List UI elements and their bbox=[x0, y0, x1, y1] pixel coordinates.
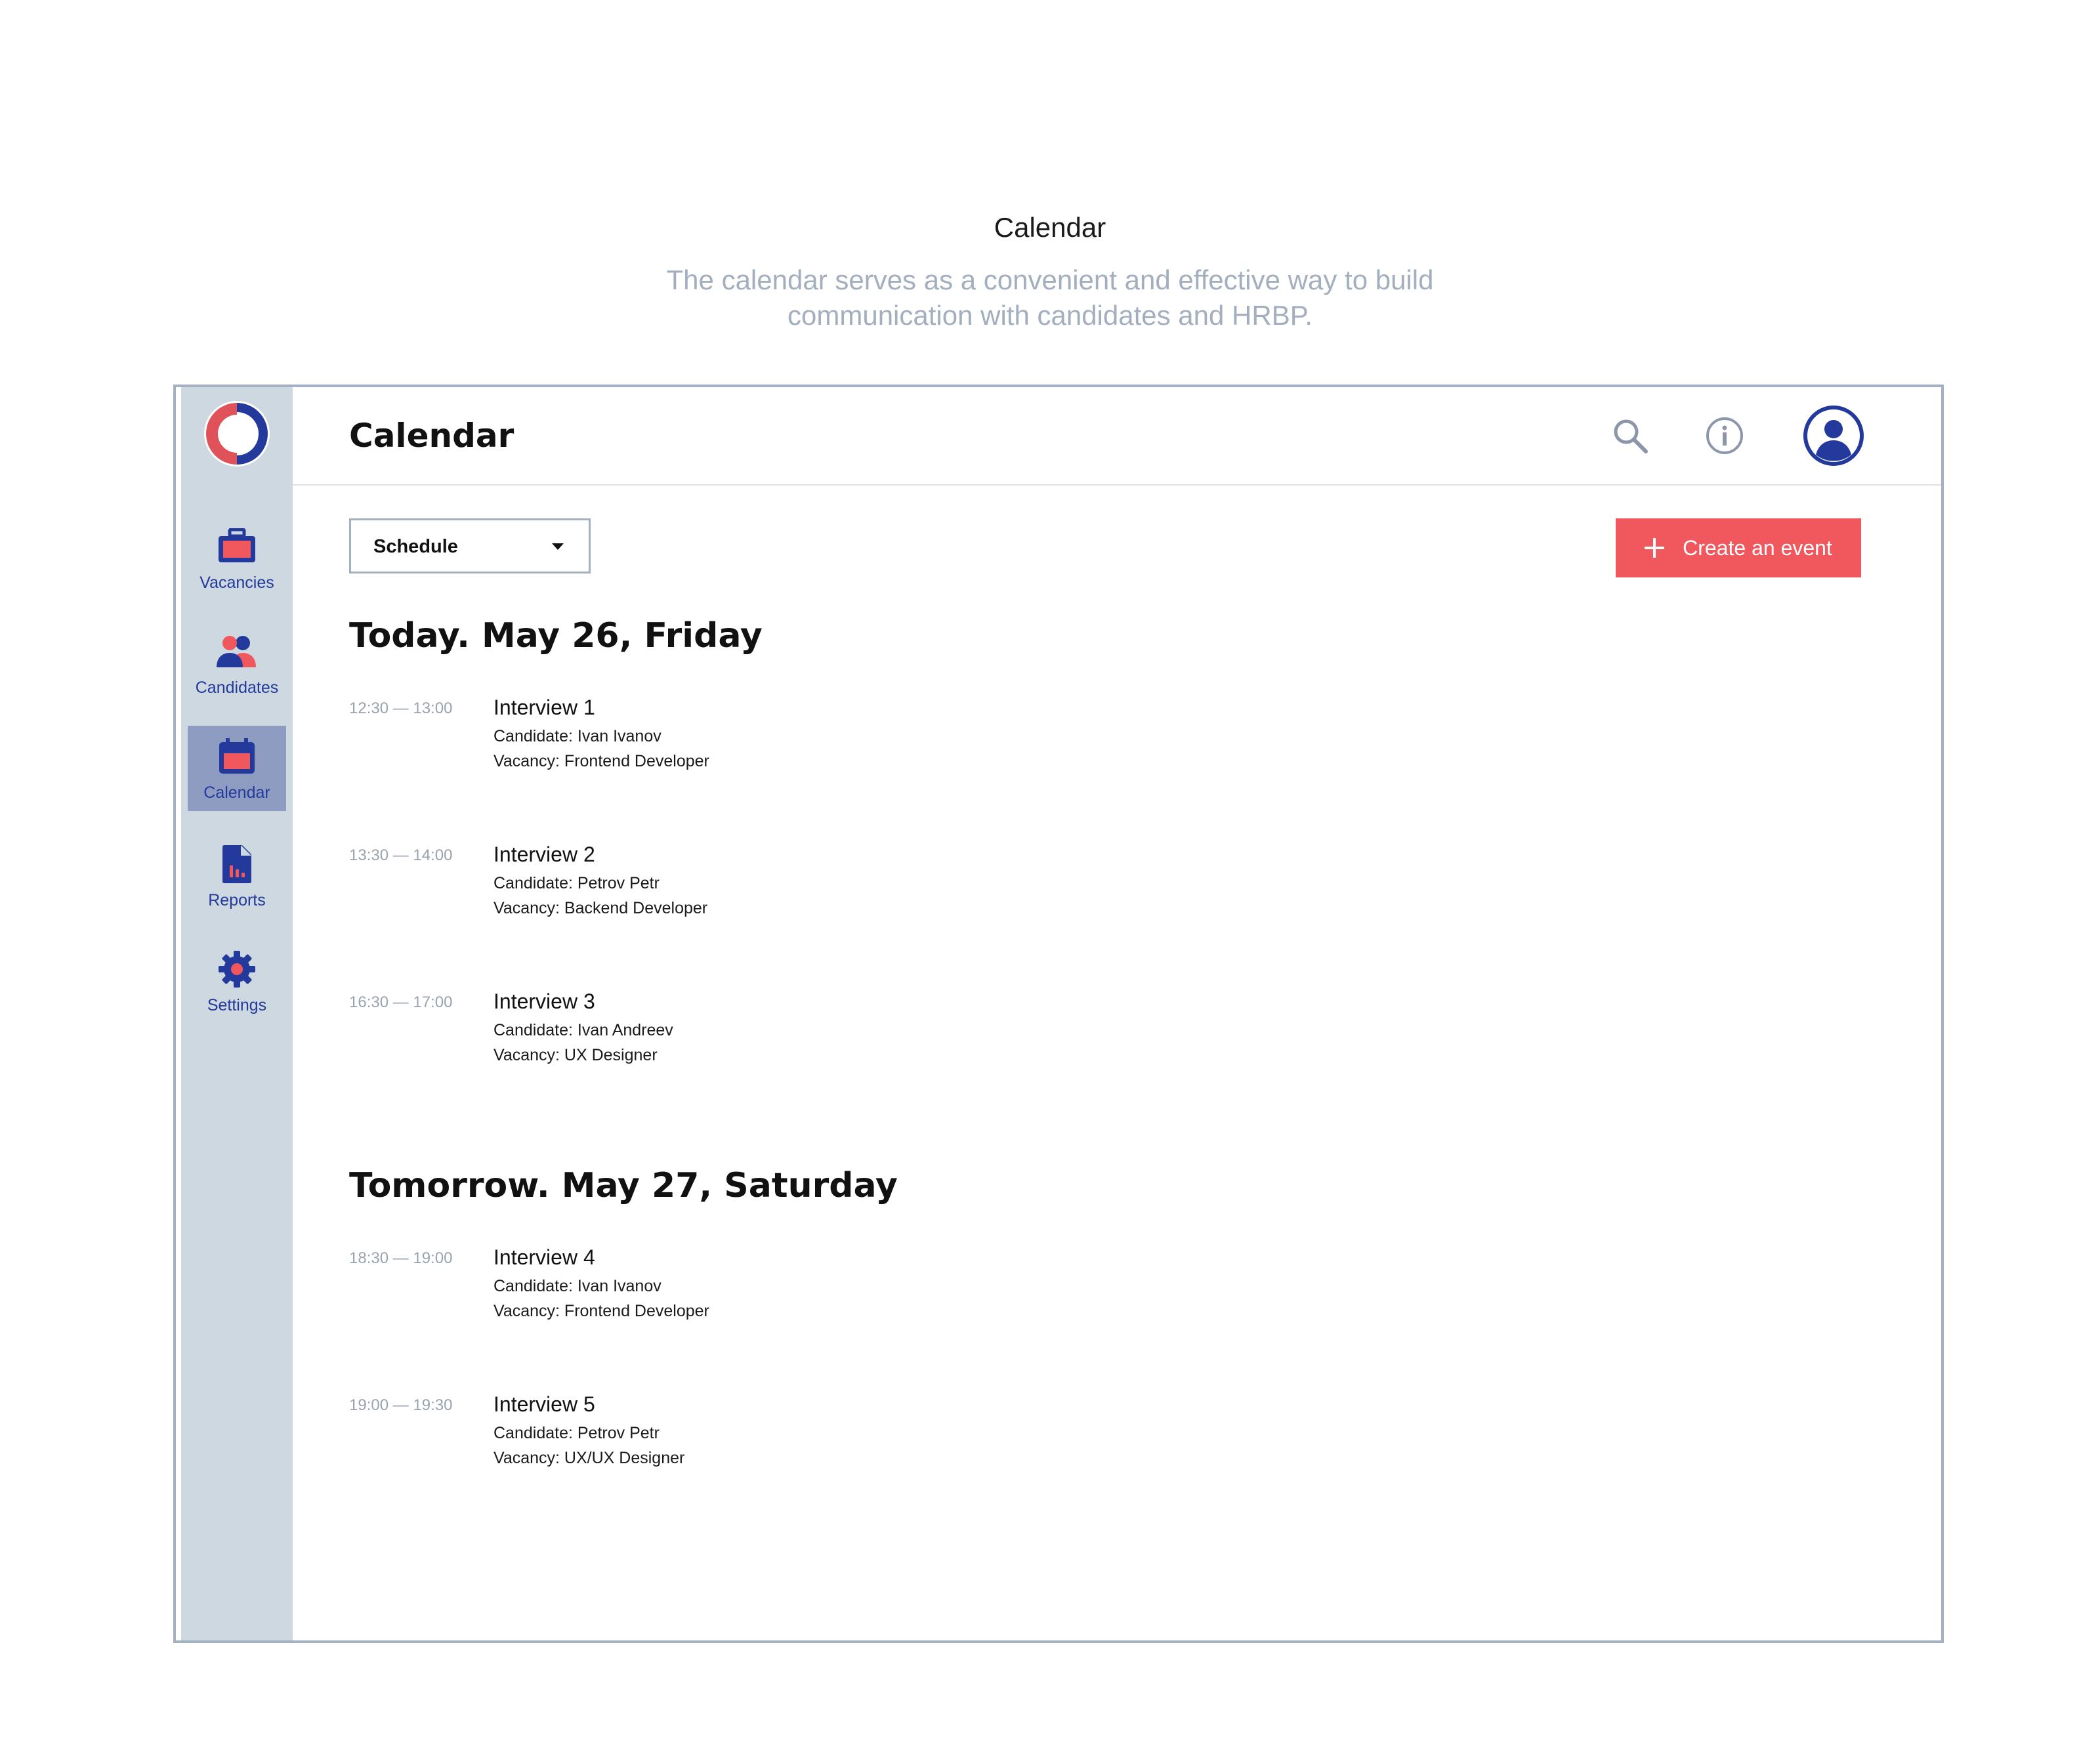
day-heading-tomorrow: Tomorrow. May 27, Saturday bbox=[349, 1166, 898, 1205]
app-window: Vacancies Candidates Calendar Reports Se… bbox=[173, 385, 1944, 1643]
event-title: Interview 3 bbox=[494, 990, 595, 1013]
main-panel: Schedule Create an event Today. May 26, … bbox=[293, 387, 1941, 1640]
briefcase-icon bbox=[215, 525, 259, 568]
event-item[interactable]: 19:00 — 19:30 Interview 5 Candidate: Pet… bbox=[349, 1391, 1137, 1509]
event-item[interactable]: 16:30 — 17:00 Interview 3 Candidate: Iva… bbox=[349, 988, 1137, 1106]
chevron-down-icon bbox=[552, 543, 564, 550]
event-time: 19:00 — 19:30 bbox=[349, 1396, 453, 1414]
sidebar-item-vacancies[interactable]: Vacancies bbox=[188, 516, 286, 601]
sidebar-item-label: Vacancies bbox=[200, 573, 274, 592]
event-time: 18:30 — 19:00 bbox=[349, 1249, 453, 1267]
event-time: 16:30 — 17:00 bbox=[349, 993, 453, 1011]
event-title: Interview 2 bbox=[494, 843, 595, 866]
event-item[interactable]: 13:30 — 14:00 Interview 2 Candidate: Pet… bbox=[349, 841, 1137, 959]
event-candidate: Candidate: Ivan Ivanov bbox=[494, 1277, 662, 1295]
sidebar: Vacancies Candidates Calendar Reports Se… bbox=[181, 387, 293, 1640]
plus-icon bbox=[1645, 538, 1665, 558]
event-vacancy: Vacancy: UX Designer bbox=[494, 1046, 658, 1064]
view-select-value: Schedule bbox=[373, 536, 458, 557]
sidebar-item-calendar[interactable]: Calendar bbox=[188, 726, 286, 811]
event-vacancy: Vacancy: UX/UX Designer bbox=[494, 1449, 685, 1467]
intro-section: Calendar The calendar serves as a conven… bbox=[0, 210, 2100, 333]
event-time: 12:30 — 13:00 bbox=[349, 699, 453, 717]
event-title: Interview 5 bbox=[494, 1392, 595, 1416]
intro-description: The calendar serves as a convenient and … bbox=[666, 264, 1434, 331]
report-icon bbox=[215, 843, 259, 886]
sidebar-item-label: Candidates bbox=[195, 678, 279, 697]
sidebar-item-label: Reports bbox=[208, 891, 266, 909]
create-event-label: Create an event bbox=[1683, 535, 1832, 560]
create-event-button[interactable]: Create an event bbox=[1616, 518, 1861, 577]
people-icon bbox=[215, 630, 259, 673]
view-select-dropdown[interactable]: Schedule bbox=[349, 518, 591, 573]
brand-logo-icon[interactable] bbox=[202, 399, 272, 469]
event-title: Interview 1 bbox=[494, 696, 595, 719]
day-heading-today: Today. May 26, Friday bbox=[349, 616, 763, 656]
event-vacancy: Vacancy: Frontend Developer bbox=[494, 752, 709, 770]
sidebar-item-candidates[interactable]: Candidates bbox=[188, 621, 286, 706]
sidebar-item-label: Calendar bbox=[203, 783, 270, 802]
sidebar-item-label: Settings bbox=[207, 996, 267, 1014]
sidebar-item-reports[interactable]: Reports bbox=[188, 833, 286, 919]
event-time: 13:30 — 14:00 bbox=[349, 846, 453, 864]
gear-icon bbox=[215, 948, 259, 991]
event-candidate: Candidate: Ivan Ivanov bbox=[494, 727, 662, 745]
event-vacancy: Vacancy: Backend Developer bbox=[494, 899, 708, 917]
event-item[interactable]: 18:30 — 19:00 Interview 4 Candidate: Iva… bbox=[349, 1244, 1137, 1362]
calendar-icon bbox=[215, 735, 259, 778]
event-candidate: Candidate: Petrov Petr bbox=[494, 874, 660, 892]
event-vacancy: Vacancy: Frontend Developer bbox=[494, 1302, 709, 1320]
event-item[interactable]: 12:30 — 13:00 Interview 1 Candidate: Iva… bbox=[349, 694, 1137, 812]
event-candidate: Candidate: Petrov Petr bbox=[494, 1424, 660, 1442]
sidebar-item-settings[interactable]: Settings bbox=[188, 938, 286, 1024]
event-title: Interview 4 bbox=[494, 1245, 595, 1269]
event-candidate: Candidate: Ivan Andreev bbox=[494, 1021, 673, 1039]
intro-title: Calendar bbox=[994, 212, 1106, 243]
